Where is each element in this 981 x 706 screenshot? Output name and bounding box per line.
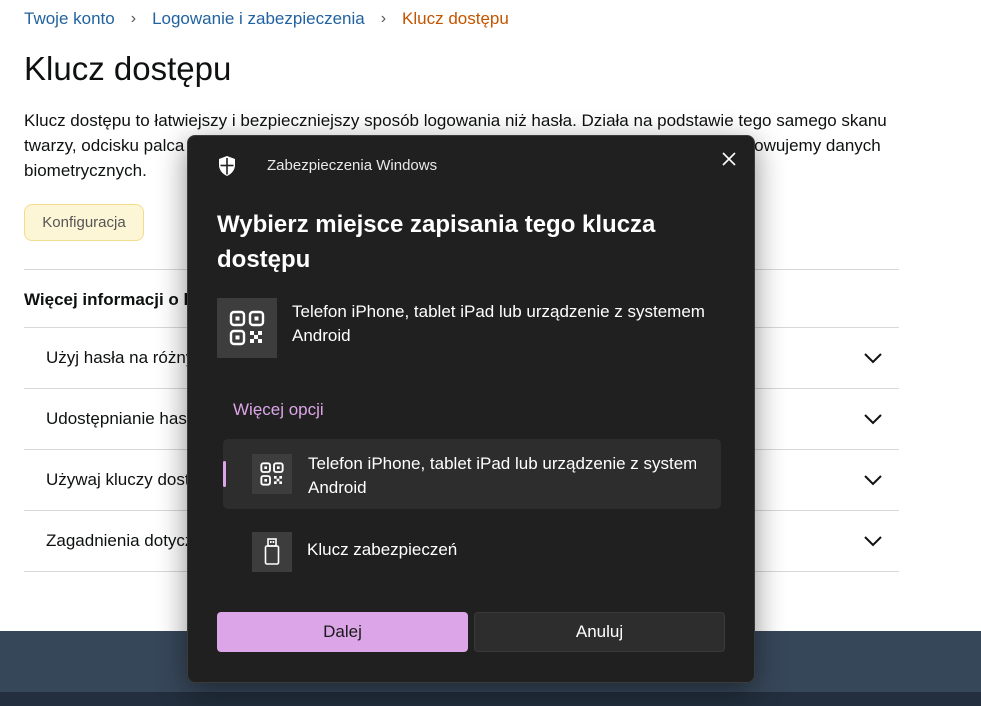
passkey-option-security-key[interactable]: Klucz zabezpieczeń (252, 532, 692, 572)
dialog-title: Wybierz miejsce zapisania tego klucza do… (217, 211, 656, 273)
page-title: Klucz dostępu (24, 50, 232, 87)
configure-button[interactable]: Konfiguracja (24, 204, 144, 241)
next-button[interactable]: Dalej (217, 612, 468, 652)
passkey-option-phone-selected[interactable]: Telefon iPhone, tablet iPad lub urządzen… (223, 439, 721, 509)
option-label-line: Android (308, 478, 367, 497)
breadcrumb: Twoje konto › Logowanie i zabezpieczenia… (24, 9, 509, 29)
dialog-app-name: Zabezpieczenia Windows (267, 157, 438, 174)
footer-bottom (0, 692, 981, 706)
qr-code-icon (252, 454, 292, 494)
breadcrumb-separator: › (380, 10, 387, 27)
passkey-option-phone-selected-label: Telefon iPhone, tablet iPad lub urządzen… (308, 452, 696, 500)
selection-indicator (223, 461, 226, 487)
close-icon[interactable] (716, 146, 742, 172)
breadcrumb-login-security[interactable]: Logowanie i zabezpieczenia (152, 9, 365, 29)
shield-icon (217, 155, 237, 177)
qr-code-icon (217, 298, 277, 358)
chevron-down-icon[interactable] (863, 470, 883, 490)
usb-key-icon (252, 532, 292, 572)
breadcrumb-separator: › (130, 10, 137, 27)
breadcrumb-current-page: Klucz dostępu (402, 9, 509, 28)
windows-security-dialog: Zabezpieczenia Windows Wybierz miejsce z… (187, 135, 755, 683)
security-key-label: Klucz zabezpieczeń (307, 540, 458, 559)
breadcrumb-your-account[interactable]: Twoje konto (24, 9, 115, 29)
passkey-option-phone-label: Telefon iPhone, tablet iPad lub urządzen… (292, 302, 705, 345)
passkey-option-phone[interactable]: Telefon iPhone, tablet iPad lub urządzen… (217, 298, 737, 360)
more-options-heading: Więcej opcji (233, 400, 324, 419)
chevron-down-icon[interactable] (863, 531, 883, 551)
option-label-line: Telefon iPhone, tablet iPad lub urządzen… (308, 454, 696, 473)
chevron-down-icon[interactable] (863, 409, 883, 429)
chevron-down-icon[interactable] (863, 348, 883, 368)
cancel-button[interactable]: Anuluj (474, 612, 725, 652)
faq-item-label: Udostępnianie haseł (46, 409, 201, 428)
